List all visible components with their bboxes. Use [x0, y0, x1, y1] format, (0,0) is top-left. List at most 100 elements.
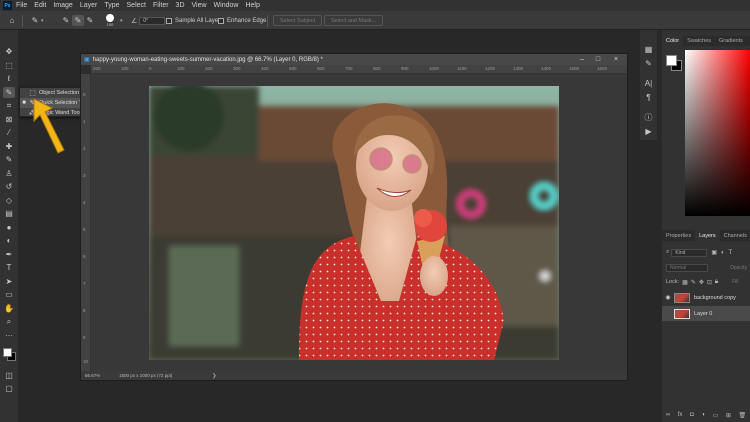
status-arrow-icon[interactable]: ❯	[212, 373, 216, 379]
lock-all-icon[interactable]: 🔒︎	[715, 279, 718, 286]
marquee-tool-icon[interactable]: ⬚	[3, 60, 15, 71]
foreground-color-swatch[interactable]	[3, 348, 12, 357]
tab-color[interactable]: Color	[662, 36, 684, 46]
new-layer-icon[interactable]: ⊞	[726, 412, 731, 419]
select-and-mask-button[interactable]: Select and Mask...	[324, 15, 384, 26]
frame-tool-icon[interactable]: ⊠	[3, 114, 15, 125]
layer-row[interactable]: Layer 0	[662, 306, 750, 321]
tab-properties[interactable]: Properties	[662, 230, 695, 241]
menu-view[interactable]: View	[192, 2, 207, 9]
ruler-label: 300	[233, 66, 241, 71]
select-subject-button[interactable]: Select Subject	[273, 15, 323, 26]
eyedropper-tool-icon[interactable]: ⁄	[3, 127, 15, 138]
ruler-horizontal[interactable]: 200 100 0 100 200 300 400 500 600 700 80…	[91, 65, 627, 74]
enhance-edge-checkbox[interactable]	[218, 17, 224, 24]
canvas-area[interactable]	[91, 74, 627, 371]
more-tools-icon[interactable]: ···	[3, 330, 15, 341]
subtract-from-selection-icon[interactable]: ✎	[84, 15, 96, 26]
color-picker-field[interactable]	[685, 50, 750, 216]
menu-help[interactable]: Help	[245, 2, 259, 9]
ruler-vertical[interactable]: 0 1 2 3 4 5 6 7 8 9 10	[81, 74, 91, 371]
add-mask-icon[interactable]: ◘	[690, 412, 694, 418]
lock-pixels-icon[interactable]: ▦	[682, 279, 688, 286]
home-icon[interactable]: ⌂	[6, 15, 18, 26]
link-layers-icon[interactable]: ∞	[666, 412, 670, 418]
quick-mask-icon[interactable]: ◫	[3, 370, 15, 381]
ruler-label: 100	[177, 66, 185, 71]
zoom-tool-icon[interactable]: ⌕	[3, 316, 15, 327]
actions-play-icon[interactable]: ▶	[643, 126, 654, 136]
angle-field[interactable]: 0°	[139, 16, 166, 25]
layer-style-icon[interactable]: fx	[678, 412, 683, 418]
gradient-tool-icon[interactable]: ▤	[3, 208, 15, 219]
path-selection-icon[interactable]: ➤	[3, 276, 15, 287]
ruler-label: 1	[83, 119, 86, 124]
type-tool-icon[interactable]: T	[3, 262, 15, 273]
menu-window[interactable]: Window	[214, 2, 239, 9]
crop-tool-icon[interactable]: ⌗	[3, 100, 15, 111]
delete-layer-icon[interactable]: 🗑︎	[738, 412, 746, 419]
layer-filter-select[interactable]: Kind	[671, 248, 708, 257]
menu-file[interactable]: File	[16, 2, 27, 9]
sample-all-layers-checkbox[interactable]	[166, 17, 172, 24]
menu-type[interactable]: Type	[104, 2, 119, 9]
brush-settings-icon[interactable]: ✎	[643, 58, 654, 68]
layer-row[interactable]: ◉ background copy	[662, 290, 750, 305]
filter-type-icon[interactable]: T	[729, 250, 733, 256]
brush-tool-icon[interactable]: ✎	[3, 154, 15, 165]
lock-move-icon[interactable]: ✥	[699, 279, 704, 286]
info-panel-icon[interactable]: ⓘ	[643, 112, 654, 122]
move-tool-icon[interactable]: ✥	[3, 46, 15, 57]
filter-adjustment-icon[interactable]: ◐	[721, 250, 725, 256]
visibility-eye-icon[interactable]: ◉	[662, 294, 674, 301]
clone-stamp-icon[interactable]: ♙	[3, 168, 15, 179]
tab-gradients[interactable]: Gradients	[715, 36, 747, 46]
eraser-tool-icon[interactable]: ◇	[3, 195, 15, 206]
ruler-label: 500	[289, 66, 297, 71]
pen-tool-icon[interactable]: ✒	[3, 249, 15, 260]
menu-image[interactable]: Image	[53, 2, 72, 9]
blur-tool-icon[interactable]: ●	[3, 222, 15, 233]
quick-selection-preset-icon[interactable]: ✎	[29, 15, 41, 26]
menu-layer[interactable]: Layer	[80, 2, 98, 9]
photoshop-logo: Ps	[3, 1, 12, 10]
tab-layers[interactable]: Layers	[695, 230, 720, 241]
hand-tool-icon[interactable]: ✋	[3, 303, 15, 314]
rectangle-tool-icon[interactable]: ▭	[3, 289, 15, 300]
close-icon[interactable]: ×	[609, 54, 623, 65]
dodge-tool-icon[interactable]: ◐	[3, 235, 15, 246]
character-panel-icon[interactable]: A|	[643, 78, 654, 88]
document-tab[interactable]: ▣ happy-young-woman-eating-sweets-summer…	[81, 54, 627, 65]
panel-foreground-swatch[interactable]	[666, 55, 677, 66]
quick-selection-tool-icon[interactable]: ✎	[3, 87, 15, 98]
lock-brush-icon[interactable]: ✎	[691, 279, 696, 286]
maximize-icon[interactable]: □	[591, 54, 605, 65]
ruler-label: 5	[83, 227, 86, 232]
canvas-photo[interactable]	[149, 86, 559, 360]
new-group-icon[interactable]: ▭	[713, 412, 719, 419]
brush-dropdown-icon[interactable]: ▾	[120, 18, 123, 24]
add-to-selection-icon[interactable]: ✎	[72, 15, 84, 26]
history-panel-icon[interactable]: ▦	[643, 44, 654, 54]
menu-3d[interactable]: 3D	[176, 2, 185, 9]
chevron-down-icon[interactable]: ▾	[41, 18, 44, 24]
tab-swatches[interactable]: Swatches	[683, 36, 715, 46]
paragraph-panel-icon[interactable]: ¶	[643, 92, 654, 102]
brush-preview-icon[interactable]	[106, 14, 114, 22]
tab-channels[interactable]: Channels	[720, 230, 750, 241]
blend-mode-select[interactable]: Normal	[666, 263, 708, 272]
menu-select[interactable]: Select	[127, 2, 146, 9]
minimize-icon[interactable]: –	[575, 54, 589, 65]
filter-pixel-icon[interactable]: ▣	[711, 249, 717, 256]
menu-edit[interactable]: Edit	[34, 2, 46, 9]
screen-mode-icon[interactable]: ▢	[3, 383, 15, 394]
lock-artboard-icon[interactable]: ⊡	[707, 279, 712, 286]
lasso-tool-icon[interactable]: ℓ	[3, 73, 15, 84]
ruler-label: 0	[149, 66, 152, 71]
adjustment-layer-icon[interactable]: ◑	[701, 412, 705, 418]
healing-brush-icon[interactable]: ✚	[3, 141, 15, 152]
menu-filter[interactable]: Filter	[153, 2, 169, 9]
history-brush-icon[interactable]: ↺	[3, 181, 15, 192]
zoom-level[interactable]: 66.67%	[85, 373, 119, 378]
new-selection-icon[interactable]: ✎	[60, 15, 72, 26]
